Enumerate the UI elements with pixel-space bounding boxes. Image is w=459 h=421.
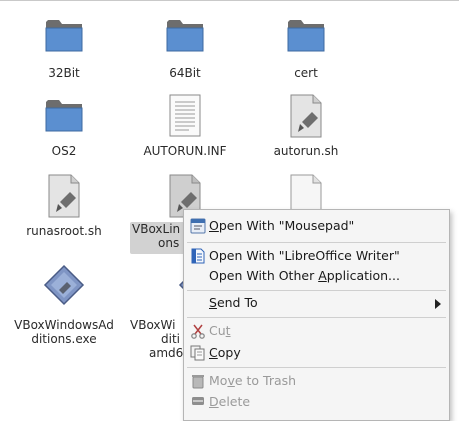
script-icon — [290, 94, 322, 138]
copy-icon — [190, 345, 205, 361]
menu-item-send-to[interactable]: Send To — [184, 292, 449, 314]
menu-item-label: Open With Other Application... — [209, 268, 400, 283]
delete-icon — [192, 397, 204, 405]
menu-separator — [187, 317, 446, 318]
file-item-32bit[interactable]: 32Bit — [4, 14, 124, 84]
file-item-64bit[interactable]: 64Bit — [125, 14, 245, 84]
menu-item-copy[interactable]: Copy — [184, 342, 449, 364]
file-label: runasroot.sh — [26, 224, 102, 238]
submenu-arrow-icon — [435, 299, 441, 309]
menu-item-delete[interactable]: Delete — [184, 391, 449, 413]
libreoffice-writer-icon — [191, 248, 205, 264]
file-item-autorun-sh[interactable]: autorun.sh — [246, 94, 366, 164]
folder-icon — [45, 20, 83, 52]
menu-item-label: Open With "LibreOffice Writer" — [209, 248, 400, 263]
menu-item-open-with-mousepad[interactable]: Open With "Mousepad" — [184, 215, 449, 237]
menu-item-label: Open With "Mousepad" — [209, 218, 355, 233]
menu-item-label: Copy — [209, 345, 241, 360]
file-item-vboxwindowsadditions-exe[interactable]: VBoxWindowsAd ditions.exe — [4, 264, 124, 354]
file-label: 32Bit — [48, 66, 80, 80]
text-document-icon — [169, 94, 201, 137]
mousepad-icon — [190, 218, 206, 234]
menu-separator — [187, 367, 446, 368]
file-label: VBoxWindowsAd ditions.exe — [4, 318, 124, 346]
menu-item-open-with-other-application[interactable]: Open With Other Application... — [184, 265, 449, 287]
file-label-line: VBoxWi — [130, 318, 176, 332]
menu-separator — [187, 290, 446, 291]
script-icon — [48, 174, 80, 218]
menu-item-label: Send To — [209, 295, 258, 310]
window-top-border — [0, 0, 459, 1]
file-label-line: VBoxWindowsAd — [14, 318, 114, 332]
context-menu: Open With "Mousepad" Open With "LibreOff… — [183, 209, 450, 421]
menu-separator — [187, 242, 446, 243]
file-item-runasroot-sh[interactable]: runasroot.sh — [4, 174, 124, 244]
executable-icon — [43, 264, 85, 306]
file-item-os2[interactable]: OS2 — [4, 94, 124, 164]
folder-icon — [166, 20, 204, 52]
scissors-icon — [191, 324, 205, 339]
folder-icon — [45, 100, 83, 132]
file-item-cert[interactable]: cert — [246, 14, 366, 84]
file-label-line: VBoxLin — [132, 222, 181, 236]
menu-item-label: Move to Trash — [209, 373, 297, 388]
file-label-line: ons — [158, 236, 180, 250]
file-label-line: diti — [161, 332, 180, 346]
menu-item-label: Delete — [209, 394, 251, 409]
file-label: 64Bit — [169, 66, 201, 80]
file-label: OS2 — [51, 144, 77, 158]
file-label-selected: VBoxLin ons — [130, 222, 188, 254]
folder-icon — [287, 20, 325, 52]
file-item-autorun-inf[interactable]: AUTORUN.INF — [125, 94, 245, 164]
file-label: VBoxWi diti amd6 — [130, 318, 186, 360]
trash-icon — [192, 375, 204, 389]
file-label: AUTORUN.INF — [143, 144, 227, 158]
menu-item-cut[interactable]: Cut — [184, 320, 449, 342]
menu-item-label: Cut — [209, 323, 231, 338]
menu-item-move-to-trash[interactable]: Move to Trash — [184, 370, 449, 392]
file-label: autorun.sh — [273, 144, 339, 158]
file-label-line: ditions.exe — [31, 332, 97, 346]
menu-item-open-with-libreoffice[interactable]: Open With "LibreOffice Writer" — [184, 245, 449, 267]
file-item-blank[interactable] — [246, 174, 366, 218]
file-label-line: amd6 — [149, 346, 184, 360]
file-label: cert — [294, 66, 318, 80]
